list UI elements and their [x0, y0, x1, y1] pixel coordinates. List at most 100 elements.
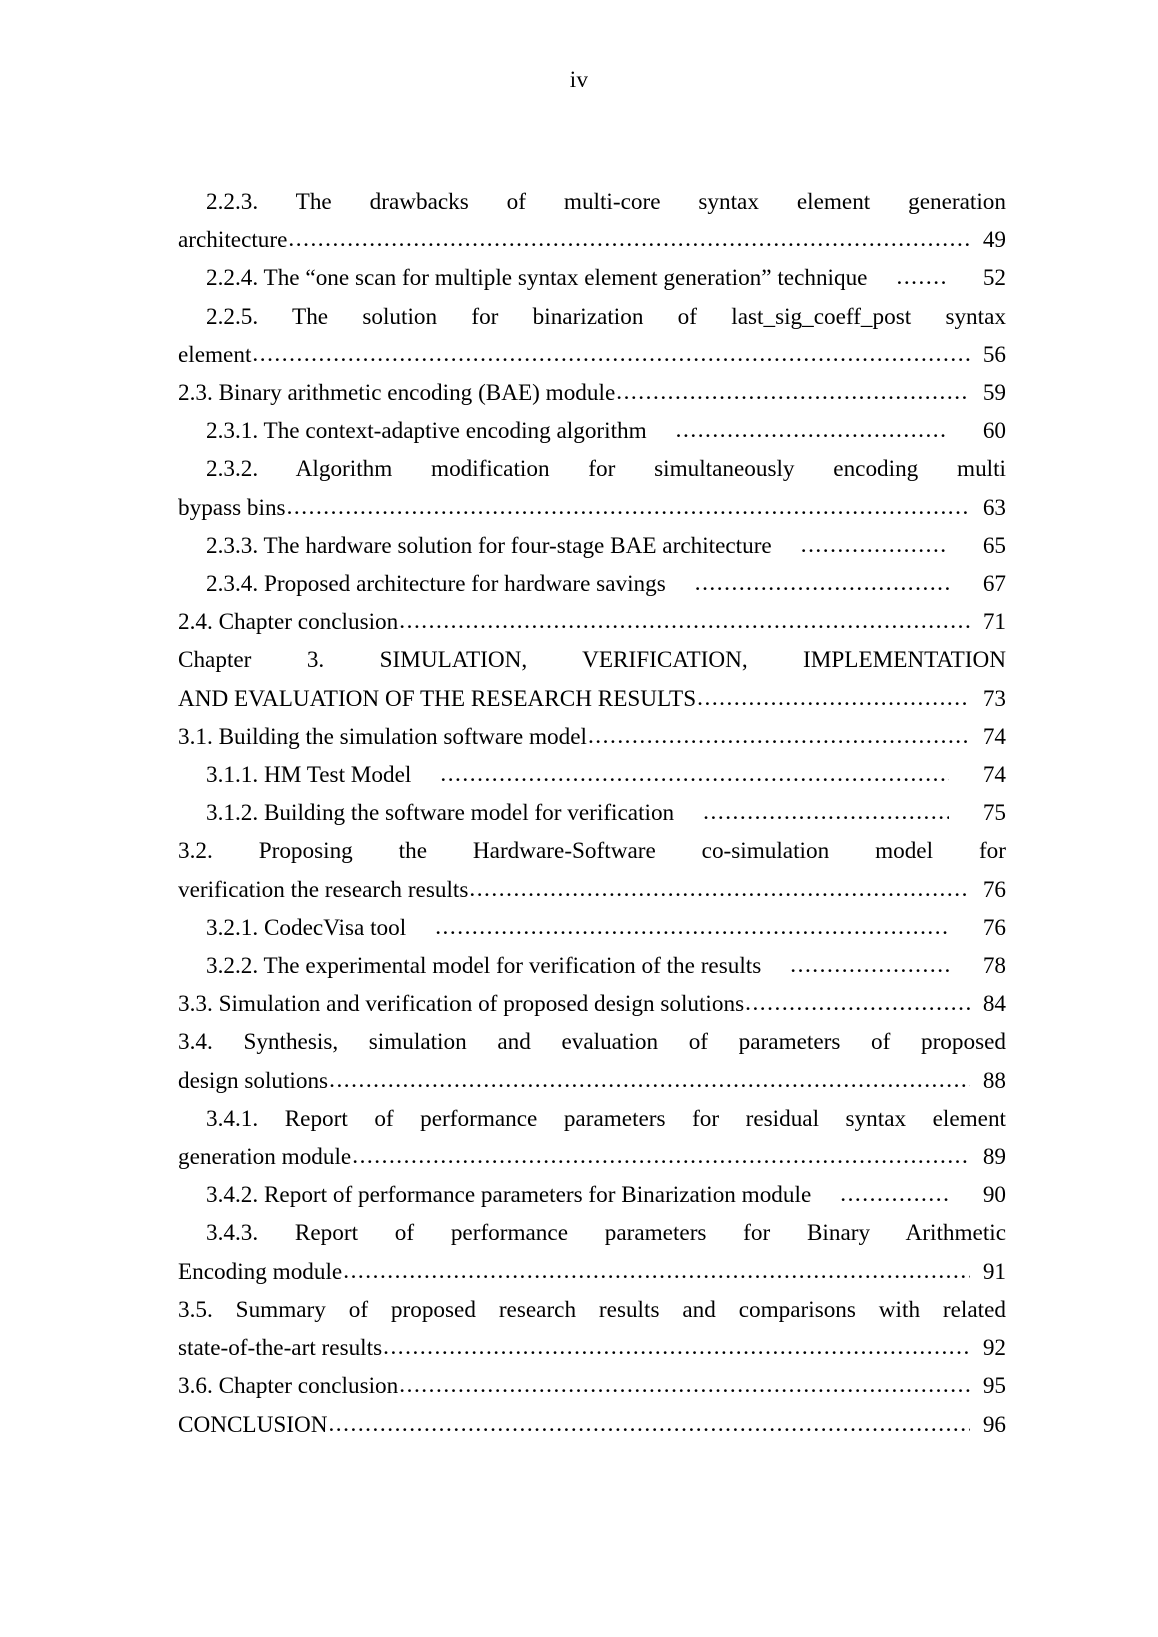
toc-leader-dots: ........................................… [469, 875, 970, 902]
toc-entry-tail: 3.1.1. HM Test Model....................… [178, 756, 1006, 794]
toc-leader-dots: ........................................… [745, 990, 970, 1017]
toc-entry[interactable]: 3.1.1. HM Test Model....................… [178, 756, 1006, 794]
toc-entry[interactable]: 3.1. Building the simulation software mo… [178, 718, 1006, 756]
toc-leader-dots: ........................................… [896, 264, 948, 291]
toc-leader-dots: ........................................… [616, 379, 970, 406]
toc-entry[interactable]: 3.3. Simulation and verification of prop… [178, 985, 1006, 1023]
toc-page-number: 89 [982, 1144, 1006, 1171]
toc-entry-title: CONCLUSION [178, 1411, 328, 1438]
toc-entry-text: Proposing the Hardware-Software co-simul… [258, 838, 1006, 865]
toc-entry[interactable]: Chapter 3. SIMULATION, VERIFICATION, IMP… [178, 641, 1006, 717]
toc-entry[interactable]: 2.3.1. The context-adaptive encoding alg… [178, 412, 1006, 450]
toc-entry-title: 2.3.4. Proposed architecture for hardwar… [206, 571, 666, 598]
toc-entry-number: 3.2. [178, 838, 259, 865]
toc-entry[interactable]: 2.3. Binary arithmetic encoding (BAE) mo… [178, 374, 1006, 412]
toc-entry-title: element [178, 341, 252, 368]
toc-entry-tail: 3.1. Building the simulation software mo… [178, 718, 1006, 756]
toc-page-number: 75 [982, 800, 1006, 827]
toc-entry-line: 3.2. Proposing the Hardware-Software co-… [178, 832, 1006, 870]
toc-entry-text: Synthesis, simulation and evaluation of … [243, 1029, 1007, 1056]
toc-entry[interactable]: 3.2.2. The experimental model for verifi… [178, 947, 1006, 985]
toc-entry[interactable]: 2.2.3. The drawbacks of multi-core synta… [178, 183, 1006, 259]
toc-entry-title: Encoding module [178, 1258, 343, 1285]
toc-entry-tail: AND EVALUATION OF THE RESEARCH RESULTS..… [178, 680, 1006, 718]
toc-leader-dots: ........................................… [440, 761, 948, 788]
toc-page-number: 60 [982, 418, 1006, 445]
toc-entry-tail: design solutions........................… [178, 1062, 1006, 1100]
toc-entry-text: The drawbacks of multi-core syntax eleme… [295, 189, 1006, 215]
toc-page-number: 52 [982, 265, 1006, 292]
toc-entry[interactable]: 2.3.3. The hardware solution for four-st… [178, 527, 1006, 565]
toc-page-number: 74 [982, 762, 1006, 789]
toc-entry[interactable]: 3.6. Chapter conclusion.................… [178, 1367, 1006, 1405]
toc-entry-title: 2.4. Chapter conclusion [178, 609, 399, 636]
toc-entry-title: 2.3.3. The hardware solution for four-st… [206, 532, 772, 559]
toc-leader-dots: ........................................… [435, 913, 949, 940]
toc-entry[interactable]: 3.2. Proposing the Hardware-Software co-… [178, 832, 1006, 908]
toc-leader-dots: ........................................… [352, 1143, 970, 1170]
toc-entry-tail: 2.3.1. The context-adaptive encoding alg… [178, 412, 1006, 450]
toc-entry-tail: CONCLUSION..............................… [178, 1406, 1006, 1444]
toc-entry[interactable]: 2.4. Chapter conclusion.................… [178, 603, 1006, 641]
toc-page-number: 84 [982, 991, 1006, 1018]
toc-entry[interactable]: 2.2.4. The “one scan for multiple syntax… [178, 259, 1006, 297]
toc-page-number: 56 [982, 341, 1006, 368]
toc-entry-tail: 2.4. Chapter conclusion.................… [178, 603, 1006, 641]
toc-entry[interactable]: 3.2.1. CodecVisa tool...................… [178, 909, 1006, 947]
toc-entry[interactable]: 3.4.1. Report of performance parameters … [178, 1100, 1006, 1176]
toc-entry[interactable]: 3.5. Summary of proposed research result… [178, 1291, 1006, 1367]
toc-entry-title: bypass bins [178, 494, 286, 521]
toc-leader-dots: ........................................… [587, 722, 970, 749]
toc-entry-title: AND EVALUATION OF THE RESEARCH RESULTS [178, 685, 697, 712]
toc-entry-title: generation module [178, 1144, 352, 1171]
toc-leader-dots: ........................................… [286, 493, 970, 520]
toc-entry-tail: 3.4.2. Report of performance parameters … [178, 1176, 1006, 1214]
toc-entry-tail: 2.3. Binary arithmetic encoding (BAE) mo… [178, 374, 1006, 412]
toc-entry-number: 3.4. [178, 1029, 244, 1056]
toc-page-number: 67 [982, 571, 1006, 598]
toc-entry-title: 3.2.2. The experimental model for verifi… [206, 953, 762, 980]
toc-entry-line: 3.5. Summary of proposed research result… [178, 1291, 1006, 1329]
toc-entry[interactable]: 3.4.3. Report of performance parameters … [178, 1214, 1006, 1290]
toc-entry[interactable]: 2.2.5. The solution for binarization of … [178, 298, 1006, 374]
toc-entry-line: 3.4. Synthesis, simulation and evaluatio… [178, 1023, 1006, 1061]
toc-entry-line: 3.4.1. Report of performance parameters … [178, 1100, 1006, 1138]
toc-entry-tail: 2.3.4. Proposed architecture for hardwar… [178, 565, 1006, 603]
toc-entry-title: 3.1.2. Building the software model for v… [206, 800, 675, 827]
toc-page-number: 63 [982, 494, 1006, 521]
toc-entry-line: Chapter 3. SIMULATION, VERIFICATION, IMP… [178, 641, 1006, 679]
toc-entry-text: Report of performance parameters for Bin… [294, 1220, 1006, 1247]
toc-leader-dots: ........................................… [675, 417, 949, 444]
toc-page-number: 88 [982, 1067, 1006, 1094]
toc-entry-text: Summary of proposed research results and… [235, 1296, 1006, 1323]
toc-entry[interactable]: 3.4. Synthesis, simulation and evaluatio… [178, 1023, 1006, 1099]
toc-entry[interactable]: 3.4.2. Report of performance parameters … [178, 1176, 1006, 1214]
toc-entry-line: 2.2.5. The solution for binarization of … [178, 298, 1006, 336]
toc-entry-tail: 3.6. Chapter conclusion.................… [178, 1367, 1006, 1405]
toc-entry-number: 3.4.1. [206, 1105, 285, 1132]
toc-entry-tail: 3.2.2. The experimental model for verifi… [178, 947, 1006, 985]
toc-entry-title: 3.1.1. HM Test Model [206, 762, 412, 789]
toc-leader-dots: ........................................… [694, 570, 949, 597]
toc-entry[interactable]: 2.3.4. Proposed architecture for hardwar… [178, 565, 1006, 603]
toc-entry-title: state-of-the-art results [178, 1335, 383, 1362]
toc-entry[interactable]: 2.3.2. Algorithm modification for simult… [178, 450, 1006, 526]
toc-leader-dots: ........................................… [790, 952, 949, 979]
toc-leader-dots: ........................................… [288, 226, 970, 253]
toc-page-number: 91 [982, 1258, 1006, 1285]
toc-page-number: 73 [982, 685, 1006, 712]
document-page: iv 2.2.3. The drawbacks of multi-core sy… [0, 0, 1158, 1637]
toc-page-number: 76 [982, 876, 1006, 903]
toc-leader-dots: ........................................… [252, 340, 970, 367]
toc-entry-title: 2.3.1. The context-adaptive encoding alg… [206, 418, 647, 445]
table-of-contents: 2.2.3. The drawbacks of multi-core synta… [178, 183, 1006, 1444]
toc-entry-number: 2.2.3. [206, 189, 296, 215]
toc-page-number: 71 [982, 609, 1006, 636]
toc-entry[interactable]: 3.1.2. Building the software model for v… [178, 794, 1006, 832]
toc-entry-text: Report of performance parameters for res… [284, 1105, 1006, 1132]
toc-entry-number: 3.5. [178, 1296, 236, 1323]
page-folio: iv [569, 67, 589, 92]
toc-entry-title: 3.3. Simulation and verification of prop… [178, 991, 745, 1018]
toc-entry[interactable]: CONCLUSION..............................… [178, 1406, 1006, 1444]
toc-entry-number: 3.4.3. [206, 1220, 295, 1247]
